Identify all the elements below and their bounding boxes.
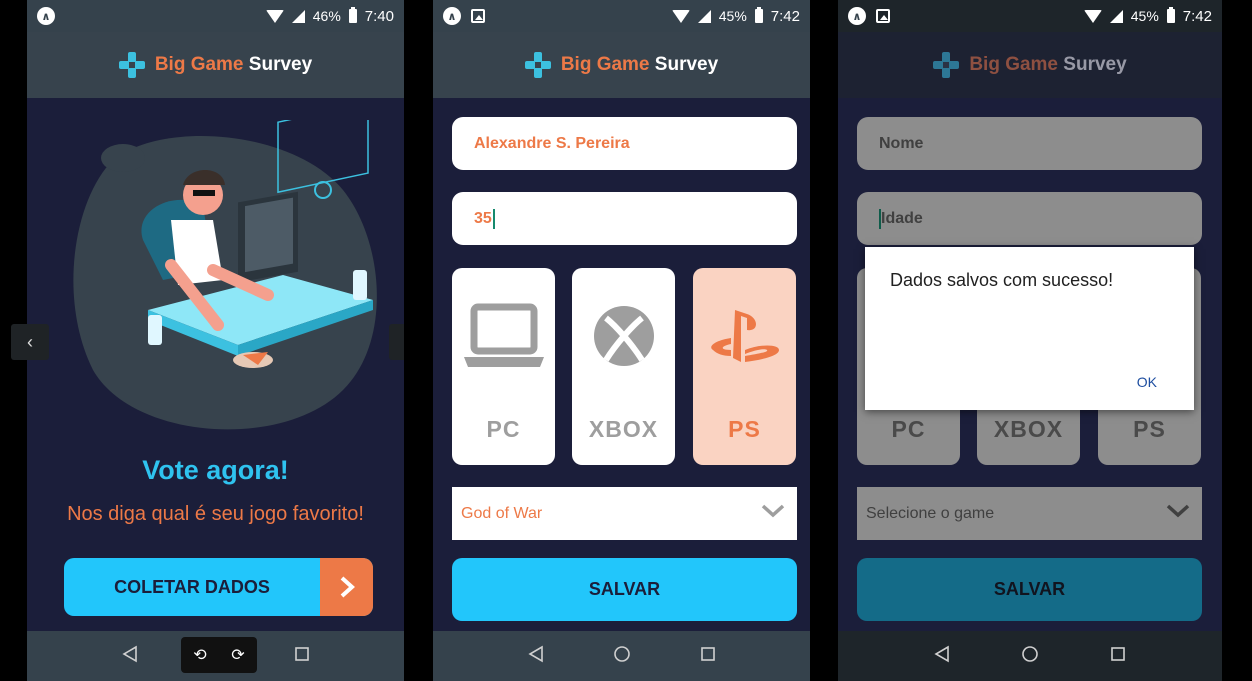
status-bar: ∧ 45% 7:42: [433, 0, 810, 32]
rotate-right-icon[interactable]: ⟳: [231, 645, 244, 665]
platform-ps-label: PS: [728, 416, 761, 442]
battery-icon: [1166, 7, 1175, 23]
app-header: Big Game Survey: [838, 32, 1222, 98]
app-icon: ∧: [37, 7, 55, 25]
name-field[interactable]: Alexandre S. Pereira: [452, 117, 797, 170]
phone-dialog-screen: ∧ 45% 7:42 Big Game Survey Nome Idade PC…: [838, 0, 1222, 681]
platform-xbox-label: XBOX: [993, 416, 1064, 442]
previous-screen-tab[interactable]: ‹: [11, 324, 49, 360]
collect-data-button[interactable]: COLETAR DADOS: [64, 558, 373, 616]
android-nav-bar: ⟲ ⟳: [27, 631, 404, 681]
status-bar: ∧ 45% 7:42: [838, 0, 1222, 32]
gamepad-logo-icon: [118, 52, 145, 78]
vote-subtitle: Nos diga qual é seu jogo favorito!: [67, 503, 364, 525]
game-select-value: God of War: [461, 504, 543, 522]
name-value: Alexandre S. Pereira: [474, 134, 630, 152]
rotate-controls: ⟲ ⟳: [181, 637, 257, 673]
image-icon: [876, 9, 890, 23]
app-brand: Big Game Survey: [969, 54, 1126, 76]
back-icon[interactable]: [527, 645, 544, 668]
dialog-message: Dados salvos com sucesso!: [890, 270, 1114, 290]
battery-icon: [348, 7, 357, 23]
name-placeholder: Nome: [879, 134, 924, 152]
clock: 7:42: [1182, 7, 1212, 25]
platform-ps-card[interactable]: PS: [693, 268, 796, 465]
app-icon: ∧: [443, 7, 461, 25]
platform-pc-label: PC: [891, 416, 926, 442]
app-icon: ∧: [848, 7, 866, 25]
clock: 7:40: [364, 7, 394, 25]
age-placeholder: Idade: [881, 209, 923, 227]
image-icon: [471, 9, 485, 23]
gamer-illustration: [73, 120, 377, 430]
game-select[interactable]: Selecione o game: [857, 487, 1202, 540]
clock: 7:42: [770, 7, 800, 25]
home-icon[interactable]: [613, 645, 631, 668]
recents-icon[interactable]: [294, 646, 310, 667]
age-field[interactable]: Idade: [857, 192, 1202, 245]
wifi-icon: [265, 9, 284, 23]
signal-icon: [291, 9, 305, 23]
status-bar: ∧ 46% 7:40: [27, 0, 404, 32]
platform-xbox-label: XBOX: [588, 416, 659, 442]
back-icon[interactable]: [934, 645, 950, 668]
platform-ps-label: PS: [1133, 416, 1166, 442]
home-icon[interactable]: [1021, 645, 1039, 668]
brand-part2: Survey: [654, 54, 719, 75]
chevron-right-icon: [320, 558, 373, 616]
age-field[interactable]: 35: [452, 192, 797, 245]
playstation-icon: [709, 296, 781, 376]
brand-part2: Survey: [248, 54, 313, 75]
battery-percent: 45%: [718, 8, 747, 24]
phone-home-screen: ∧ 46% 7:40 Big Game Survey Vote agora! N…: [27, 0, 404, 681]
collect-data-label: COLETAR DADOS: [114, 576, 270, 597]
age-value: 35: [474, 209, 492, 227]
vote-title: Vote agora!: [142, 455, 289, 485]
recents-icon[interactable]: [1110, 646, 1126, 667]
phone-form-screen: ∧ 45% 7:42 Big Game Survey Alexandre S. …: [433, 0, 810, 681]
recents-icon[interactable]: [700, 646, 716, 667]
platform-pc-card[interactable]: PC: [452, 268, 555, 465]
text-caret: [492, 208, 495, 229]
platform-pc-label: PC: [486, 416, 521, 442]
save-button[interactable]: SALVAR: [857, 558, 1202, 621]
laptop-icon: [463, 296, 544, 376]
dialog-ok-button[interactable]: OK: [1137, 374, 1157, 390]
app-brand: Big Game Survey: [155, 54, 312, 76]
battery-icon: [754, 7, 763, 23]
xbox-icon: [592, 296, 656, 376]
rotate-left-icon[interactable]: ⟲: [193, 645, 206, 665]
battery-percent: 46%: [312, 8, 341, 24]
app-brand: Big Game Survey: [561, 54, 718, 76]
brand-part1: Big Game: [969, 54, 1059, 75]
gamepad-logo-icon: [524, 52, 551, 78]
signal-icon: [697, 9, 711, 23]
app-header: Big Game Survey: [27, 32, 404, 98]
battery-percent: 45%: [1130, 8, 1159, 24]
chevron-down-icon: [1166, 504, 1190, 523]
save-button[interactable]: SALVAR: [452, 558, 797, 621]
back-icon[interactable]: [121, 645, 138, 668]
brand-part1: Big Game: [560, 54, 650, 75]
app-header: Big Game Survey: [433, 32, 810, 98]
screenshot-stage: ∧ 46% 7:40 Big Game Survey Vote agora! N…: [0, 0, 1252, 681]
next-screen-tab[interactable]: [389, 324, 404, 360]
brand-part2: Survey: [1063, 54, 1127, 75]
signal-icon: [1109, 9, 1123, 23]
android-nav-bar: [433, 631, 810, 681]
name-field[interactable]: Nome: [857, 117, 1202, 170]
wifi-icon: [671, 9, 690, 23]
game-select[interactable]: God of War: [452, 487, 797, 540]
brand-part1: Big Game: [154, 54, 244, 75]
platform-xbox-card[interactable]: XBOX: [572, 268, 675, 465]
wifi-icon: [1083, 9, 1102, 23]
game-select-placeholder: Selecione o game: [866, 504, 995, 522]
android-nav-bar: [838, 631, 1222, 681]
success-dialog: Dados salvos com sucesso! OK: [865, 247, 1194, 410]
chevron-down-icon: [761, 504, 785, 523]
gamepad-logo-icon: [933, 52, 960, 78]
